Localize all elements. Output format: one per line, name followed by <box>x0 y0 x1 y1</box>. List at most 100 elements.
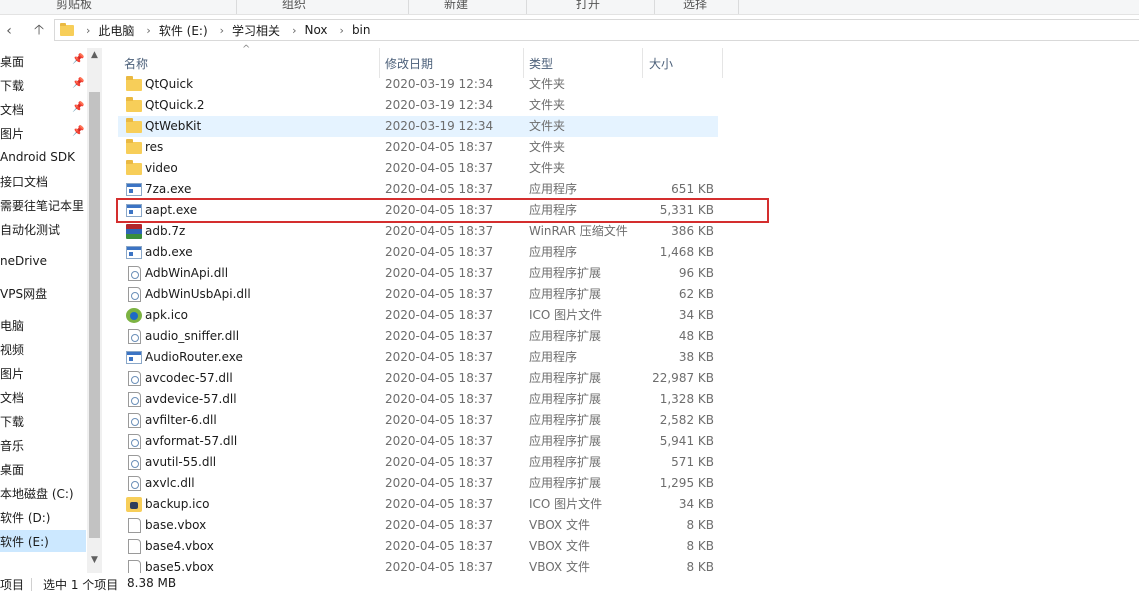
pin-icon: 📌 <box>72 54 85 65</box>
chevron-right-icon[interactable]: › <box>146 24 150 37</box>
dll-file-icon <box>128 287 141 302</box>
file-row[interactable]: avformat-57.dll 2020-04-05 18:37 应用程序扩展 5,9… <box>118 431 718 452</box>
file-name: base4.vbox <box>145 539 214 553</box>
file-row[interactable]: res 2020-04-05 18:37 文件夹 <box>118 137 718 158</box>
sidebar-item-videos[interactable]: 视频 <box>0 338 86 360</box>
file-type: 应用程序 <box>529 350 578 364</box>
file-type: ICO 图片文件 <box>529 497 603 511</box>
file-type: 应用程序扩展 <box>529 392 602 406</box>
sidebar-item-drive-e[interactable]: 软件 (E:) <box>0 530 86 552</box>
sidebar-item-documents-pc[interactable]: 文档 <box>0 386 86 408</box>
sidebar-item-drive-c[interactable]: 本地磁盘 (C:) <box>0 482 86 504</box>
sort-ascending-icon: ^ <box>242 44 251 55</box>
dll-file-icon <box>128 434 141 449</box>
file-date: 2020-03-19 12:34 <box>385 98 494 112</box>
breadcrumb: › 此电脑 › 软件 (E:) › 学习相关 › Nox › bin <box>74 22 371 39</box>
sidebar-item-automation[interactable]: 自动化测试 <box>0 218 86 240</box>
breadcrumb-item[interactable]: 软件 (E:) <box>159 22 208 39</box>
sidebar-item-wps[interactable]: VPS网盘 <box>0 282 86 304</box>
file-type: 应用程序扩展 <box>529 371 602 385</box>
sidebar-item-pictures-pc[interactable]: 图片 <box>0 362 86 384</box>
file-row[interactable]: avutil-55.dll 2020-04-05 18:37 应用程序扩展 571 K… <box>118 452 718 473</box>
sidebar-item-api-docs[interactable]: 接口文档 <box>0 170 86 192</box>
status-size: 8.38 MB <box>127 576 177 590</box>
file-date: 2020-04-05 18:37 <box>385 476 494 490</box>
sidebar-item-drive-d[interactable]: 软件 (D:) <box>0 506 86 528</box>
chevron-right-icon[interactable]: › <box>292 24 296 37</box>
sidebar-item-this-pc[interactable]: 电脑 <box>0 314 86 336</box>
file-row[interactable]: axvlc.dll 2020-04-05 18:37 应用程序扩展 1,295 KB <box>118 473 718 494</box>
file-row[interactable]: backup.ico 2020-04-05 18:37 ICO 图片文件 34 KB <box>118 494 718 515</box>
file-row[interactable]: QtQuick 2020-03-19 12:34 文件夹 <box>118 74 718 95</box>
scroll-down-icon[interactable]: ▼ <box>87 555 102 569</box>
sidebar-item-label: 自动化测试 <box>0 222 61 237</box>
file-type: 文件夹 <box>529 77 566 91</box>
status-divider <box>31 578 32 591</box>
sidebar-item-onedrive[interactable]: neDrive <box>0 250 86 272</box>
file-row[interactable]: adb.7z 2020-04-05 18:37 WinRAR 压缩文件 386 KB <box>118 221 718 242</box>
scrollbar-thumb[interactable] <box>89 92 100 538</box>
sidebar-item-label: 下载 <box>0 414 25 429</box>
sidebar-item-android-sdk[interactable]: Android SDK <box>0 146 86 168</box>
breadcrumb-item[interactable]: 此电脑 <box>98 22 134 39</box>
file-type: 文件夹 <box>529 140 566 154</box>
sidebar-item-desktop-pc[interactable]: 桌面 <box>0 458 86 480</box>
file-row[interactable]: avdevice-57.dll 2020-04-05 18:37 应用程序扩展 1,3… <box>118 389 718 410</box>
file-size: 8 KB <box>686 539 714 553</box>
sidebar-item-downloads-pc[interactable]: 下载 <box>0 410 86 432</box>
address-bar[interactable]: › 此电脑 › 软件 (E:) › 学习相关 › Nox › bin <box>54 19 1139 41</box>
file-date: 2020-04-05 18:37 <box>385 350 494 364</box>
file-size: 38 KB <box>678 350 714 364</box>
file-row[interactable]: base4.vbox 2020-04-05 18:37 VBOX 文件 8 KB <box>118 536 718 557</box>
sidebar-item-desktop[interactable]: 桌面 📌 <box>0 50 86 72</box>
file-icon <box>128 539 141 554</box>
file-row[interactable]: QtQuick.2 2020-03-19 12:34 文件夹 <box>118 95 718 116</box>
file-name: adb.7z <box>145 224 186 238</box>
file-row[interactable]: QtWebKit 2020-03-19 12:34 文件夹 <box>118 116 718 137</box>
chevron-right-icon[interactable]: › <box>220 24 224 37</box>
sidebar-item-documents[interactable]: 文档 📌 <box>0 98 86 120</box>
file-size: 48 KB <box>678 329 714 343</box>
column-divider[interactable] <box>722 48 723 78</box>
pin-icon: 📌 <box>72 102 85 113</box>
breadcrumb-item[interactable]: Nox <box>304 23 327 37</box>
file-name: avfilter-6.dll <box>145 413 217 427</box>
file-name: QtQuick.2 <box>145 98 205 112</box>
file-row[interactable]: AudioRouter.exe 2020-04-05 18:37 应用程序 38 KB <box>118 347 718 368</box>
breadcrumb-item[interactable]: bin <box>352 23 371 37</box>
file-size: 1,295 KB <box>659 476 714 490</box>
file-row[interactable]: 7za.exe 2020-04-05 18:37 应用程序 651 KB <box>118 179 718 200</box>
breadcrumb-item[interactable]: 学习相关 <box>232 22 280 39</box>
ribbon-group-clipboard: 剪贴板 <box>56 0 93 11</box>
folder-icon <box>126 76 142 91</box>
chevron-left-icon[interactable]: ‹ <box>0 21 18 41</box>
file-row[interactable]: apk.ico 2020-04-05 18:37 ICO 图片文件 34 KB <box>118 305 718 326</box>
file-row[interactable]: AdbWinApi.dll 2020-04-05 18:37 应用程序扩展 96 KB <box>118 263 718 284</box>
dll-file-icon <box>128 413 141 428</box>
navigation-row: ‹ 🡡 › 此电脑 › 软件 (E:) › 学习相关 › Nox › bin <box>0 15 1139 47</box>
status-bar: 项目 选中 1 个项目 8.38 MB <box>0 573 1139 595</box>
status-selection: 选中 1 个项目 <box>43 578 119 592</box>
sidebar-item-downloads[interactable]: 下载 📌 <box>0 74 86 96</box>
file-name: 7za.exe <box>145 182 192 196</box>
chevron-right-icon[interactable]: › <box>340 24 344 37</box>
file-row[interactable]: audio_sniffer.dll 2020-04-05 18:37 应用程序扩展 4… <box>118 326 718 347</box>
file-type: 文件夹 <box>529 161 566 175</box>
sidebar-item-pictures[interactable]: 图片 📌 <box>0 122 86 144</box>
file-row[interactable]: base.vbox 2020-04-05 18:37 VBOX 文件 8 KB <box>118 515 718 536</box>
file-row[interactable]: adb.exe 2020-04-05 18:37 应用程序 1,468 KB <box>118 242 718 263</box>
sidebar-item-notebook[interactable]: 需要往笔记本里 <box>0 194 86 216</box>
file-row[interactable]: AdbWinUsbApi.dll 2020-04-05 18:37 应用程序扩展 62… <box>118 284 718 305</box>
file-row[interactable]: video 2020-04-05 18:37 文件夹 <box>118 158 718 179</box>
backup-image-icon <box>126 497 142 512</box>
dll-file-icon <box>128 371 141 386</box>
arrow-up-icon[interactable]: 🡡 <box>30 21 48 41</box>
file-row[interactable]: avcodec-57.dll 2020-04-05 18:37 应用程序扩展 22,9… <box>118 368 718 389</box>
file-row[interactable]: avfilter-6.dll 2020-04-05 18:37 应用程序扩展 2,58… <box>118 410 718 431</box>
file-type: 应用程序扩展 <box>529 413 602 427</box>
file-date: 2020-04-05 18:37 <box>385 308 494 322</box>
sidebar-item-music[interactable]: 音乐 <box>0 434 86 456</box>
sidebar-scrollbar[interactable]: ▲ ▼ <box>87 48 102 573</box>
scroll-up-icon[interactable]: ▲ <box>87 50 102 64</box>
file-size: 651 KB <box>671 182 714 196</box>
